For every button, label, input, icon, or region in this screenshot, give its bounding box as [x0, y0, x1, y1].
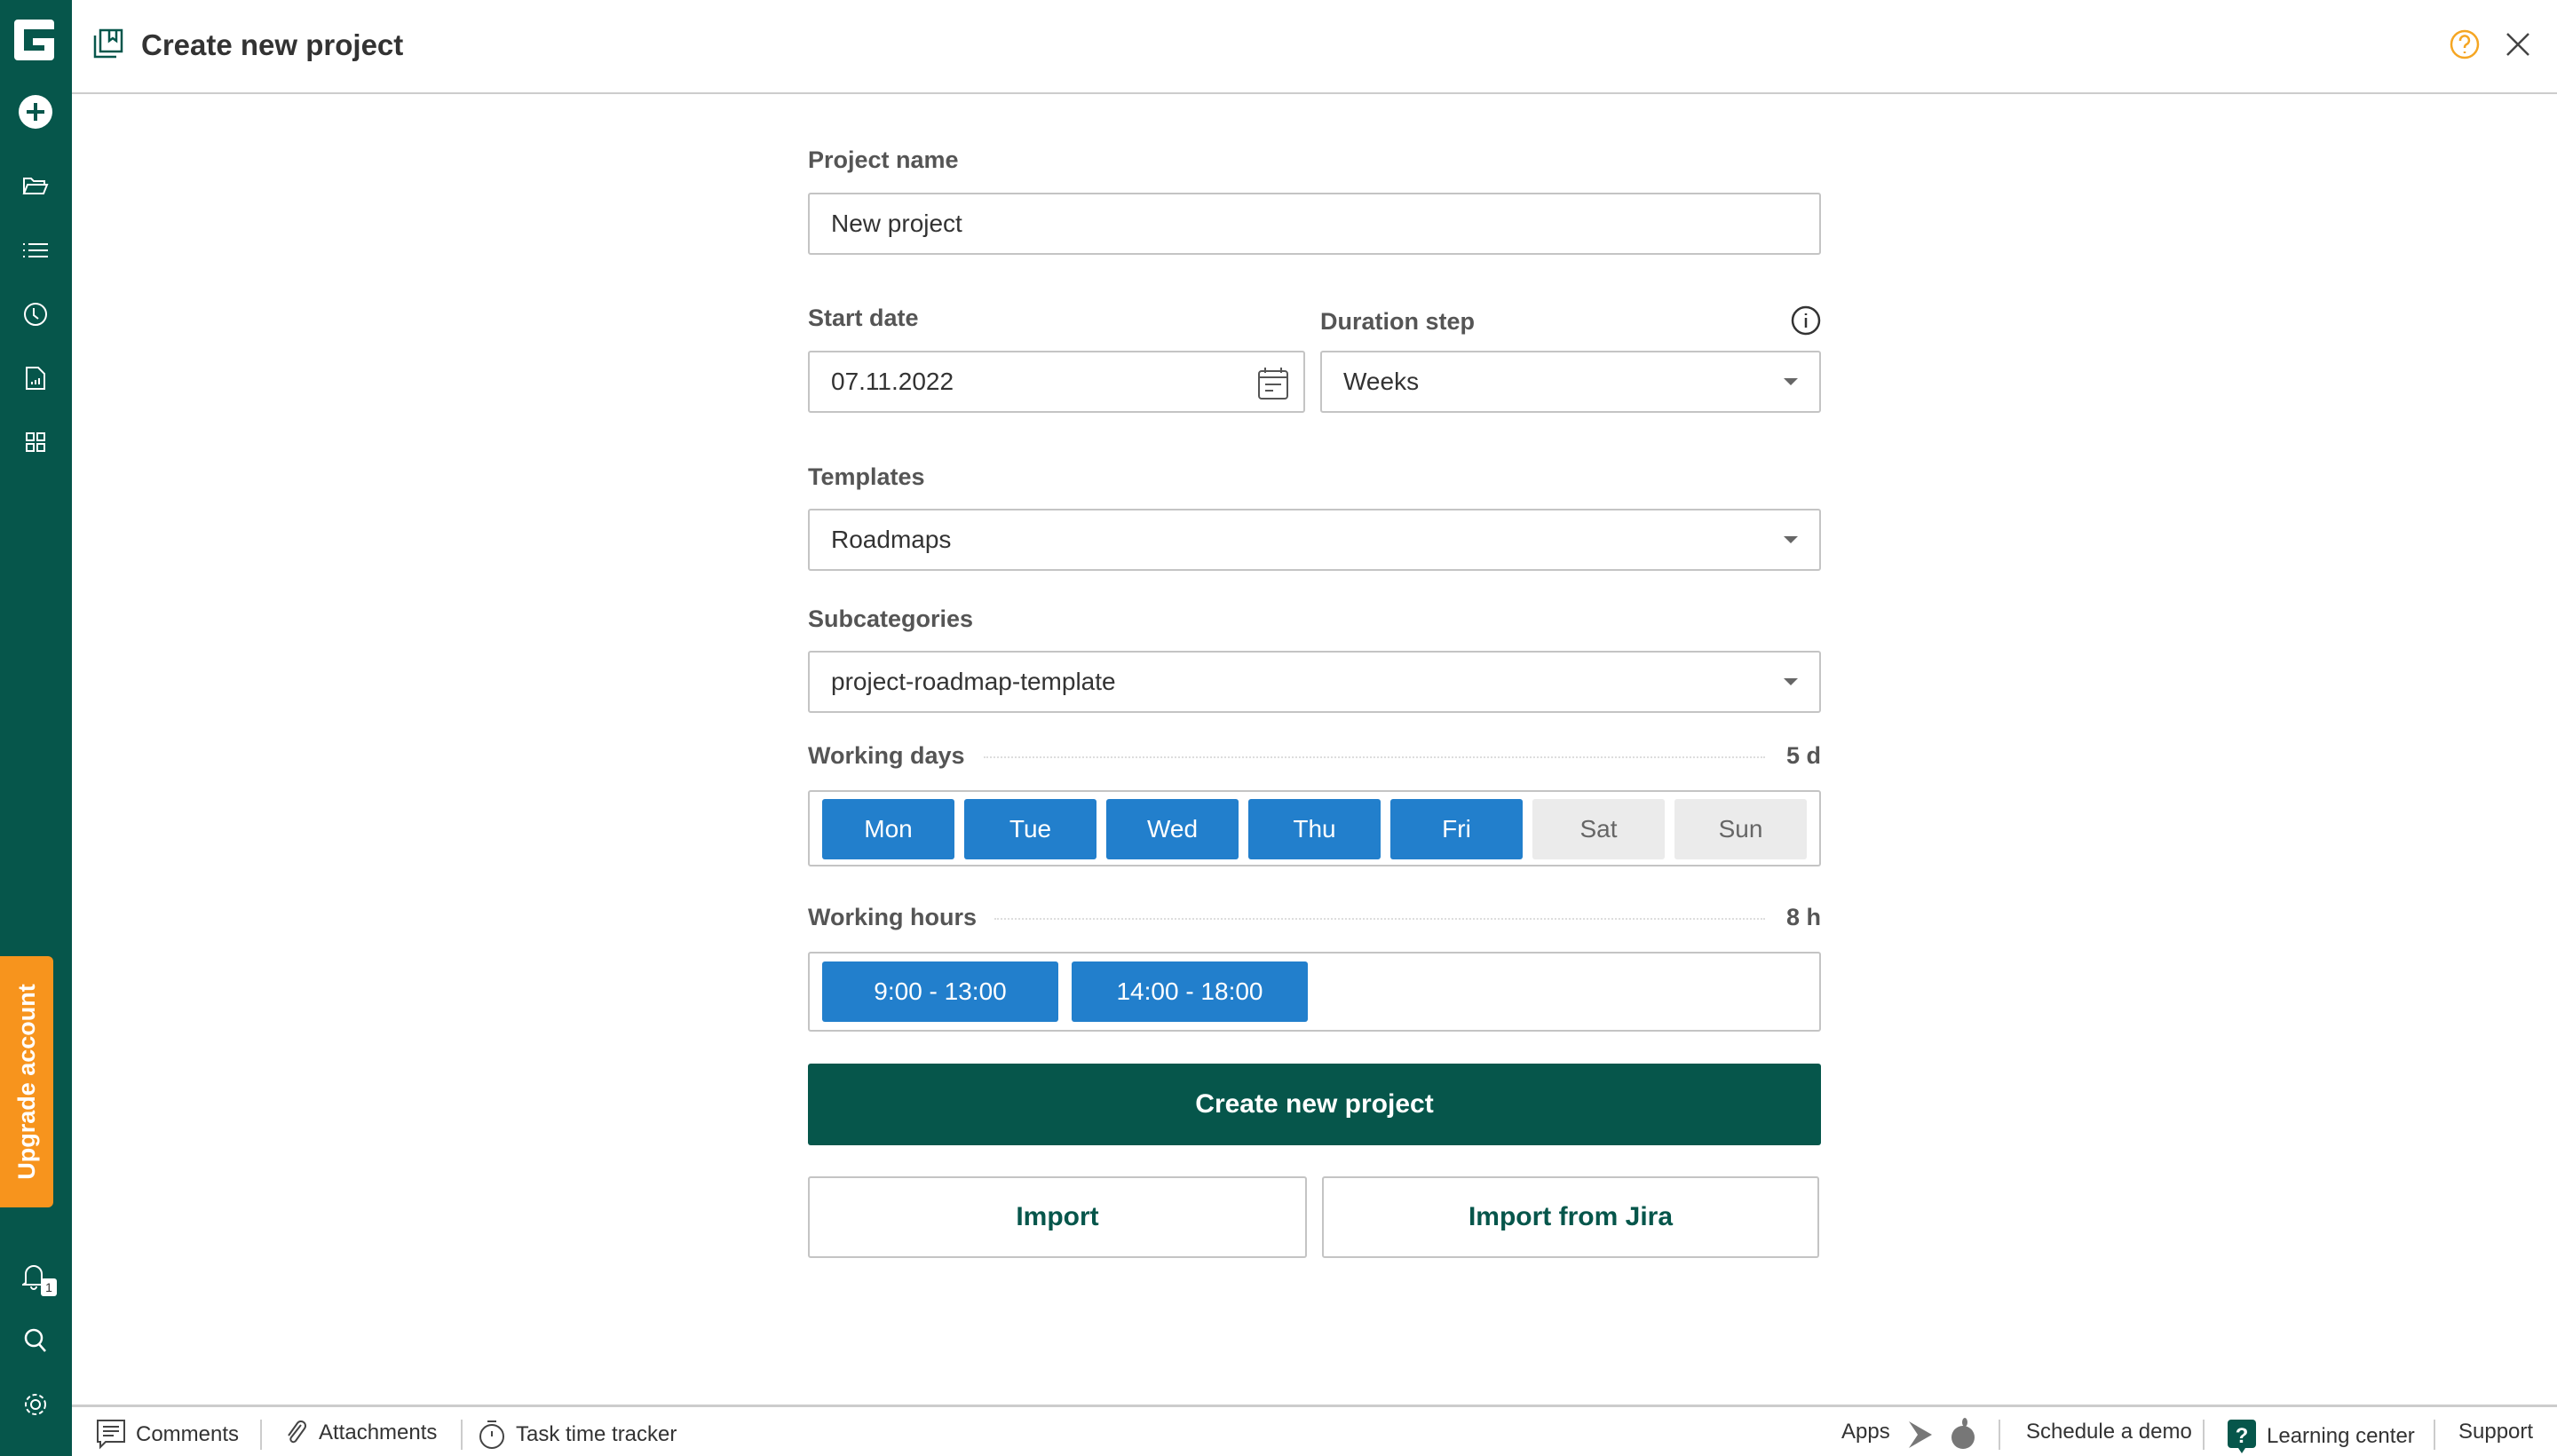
- apple-icon[interactable]: [1950, 1418, 1976, 1454]
- working-days-total: 5 d: [1785, 742, 1821, 769]
- project-name-label: Project name: [808, 146, 959, 173]
- gear-icon[interactable]: [18, 1387, 53, 1422]
- grid-icon[interactable]: [18, 424, 53, 460]
- support-link[interactable]: Support: [2458, 1420, 2533, 1444]
- divider: [2203, 1420, 2205, 1450]
- duration-step-select[interactable]: Weeks: [1320, 351, 1821, 413]
- sidebar: Upgrade account 1: [0, 0, 72, 1456]
- close-icon[interactable]: [2506, 32, 2530, 61]
- chevron-down-icon: [1784, 378, 1798, 385]
- logo[interactable]: [14, 20, 54, 60]
- folder-icon[interactable]: [18, 169, 53, 204]
- day-toggle-sat[interactable]: Sat: [1532, 799, 1665, 859]
- divider: [461, 1420, 463, 1450]
- calendar-icon[interactable]: [1257, 367, 1289, 407]
- divider: [2434, 1420, 2435, 1450]
- paperclip-icon: [288, 1420, 306, 1444]
- import-button[interactable]: Import: [808, 1176, 1307, 1258]
- schedule-demo-link[interactable]: Schedule a demo: [2026, 1420, 2192, 1444]
- search-icon[interactable]: [18, 1323, 53, 1358]
- clock-icon[interactable]: [18, 297, 53, 332]
- start-date-input[interactable]: 07.11.2022: [808, 351, 1305, 413]
- import-jira-button[interactable]: Import from Jira: [1322, 1176, 1819, 1258]
- day-toggle-tue[interactable]: Tue: [964, 799, 1096, 859]
- help-icon[interactable]: [2449, 28, 2481, 65]
- create-project-button[interactable]: Create new project: [808, 1064, 1821, 1145]
- page-title: Create new project: [141, 28, 404, 61]
- google-play-icon[interactable]: [1907, 1420, 1934, 1454]
- notification-badge: 1: [41, 1278, 57, 1296]
- hours-range-button[interactable]: 14:00 - 18:00: [1072, 961, 1308, 1022]
- day-toggle-thu[interactable]: Thu: [1248, 799, 1381, 859]
- working-days-label: Working days: [808, 742, 965, 769]
- upgrade-account-button[interactable]: Upgrade account: [0, 956, 53, 1207]
- templates-label: Templates: [808, 463, 925, 490]
- day-toggle-wed[interactable]: Wed: [1106, 799, 1239, 859]
- day-toggle-fri[interactable]: Fri: [1390, 799, 1523, 859]
- learning-center-link[interactable]: ? Learning center: [2228, 1420, 2415, 1453]
- attachments-link[interactable]: Attachments: [285, 1420, 437, 1446]
- working-days-group: Mon Tue Wed Thu Fri Sat Sun: [808, 790, 1821, 866]
- time-tracker-link[interactable]: Task time tracker: [479, 1420, 677, 1450]
- duration-step-label: Duration step: [1320, 308, 1476, 335]
- divider: [984, 756, 1765, 758]
- list-icon[interactable]: [18, 233, 53, 268]
- project-book-icon: [93, 28, 123, 63]
- header: Create new project: [72, 0, 2557, 94]
- working-hours-group: 9:00 - 13:00 14:00 - 18:00: [808, 952, 1821, 1032]
- info-icon[interactable]: [1791, 305, 1821, 340]
- divider: [994, 918, 1765, 920]
- subcategories-select[interactable]: project-roadmap-template: [808, 651, 1821, 713]
- working-hours-total: 8 h: [1785, 904, 1821, 930]
- report-icon[interactable]: [18, 360, 53, 396]
- day-toggle-sun[interactable]: Sun: [1674, 799, 1807, 859]
- plus-circle-icon[interactable]: [18, 94, 53, 130]
- svg-text:?: ?: [2236, 1424, 2249, 1448]
- stopwatch-icon: [479, 1420, 504, 1449]
- day-toggle-mon[interactable]: Mon: [822, 799, 954, 859]
- project-name-input[interactable]: New project: [808, 193, 1821, 255]
- chevron-down-icon: [1784, 678, 1798, 685]
- comments-link[interactable]: Comments: [97, 1420, 239, 1450]
- hours-range-button[interactable]: 9:00 - 13:00: [822, 961, 1058, 1022]
- divider: [260, 1420, 262, 1450]
- footer: Comments Attachments Task time tracker A…: [72, 1405, 2557, 1456]
- chevron-down-icon: [1784, 536, 1798, 543]
- subcategories-label: Subcategories: [808, 605, 974, 632]
- apps-label: Apps: [1841, 1420, 1890, 1444]
- comment-icon: [97, 1420, 125, 1450]
- divider: [1999, 1420, 2000, 1450]
- templates-select[interactable]: Roadmaps: [808, 509, 1821, 571]
- start-date-label: Start date: [808, 305, 919, 331]
- question-bubble-icon: ?: [2228, 1420, 2256, 1453]
- working-hours-label: Working hours: [808, 904, 978, 930]
